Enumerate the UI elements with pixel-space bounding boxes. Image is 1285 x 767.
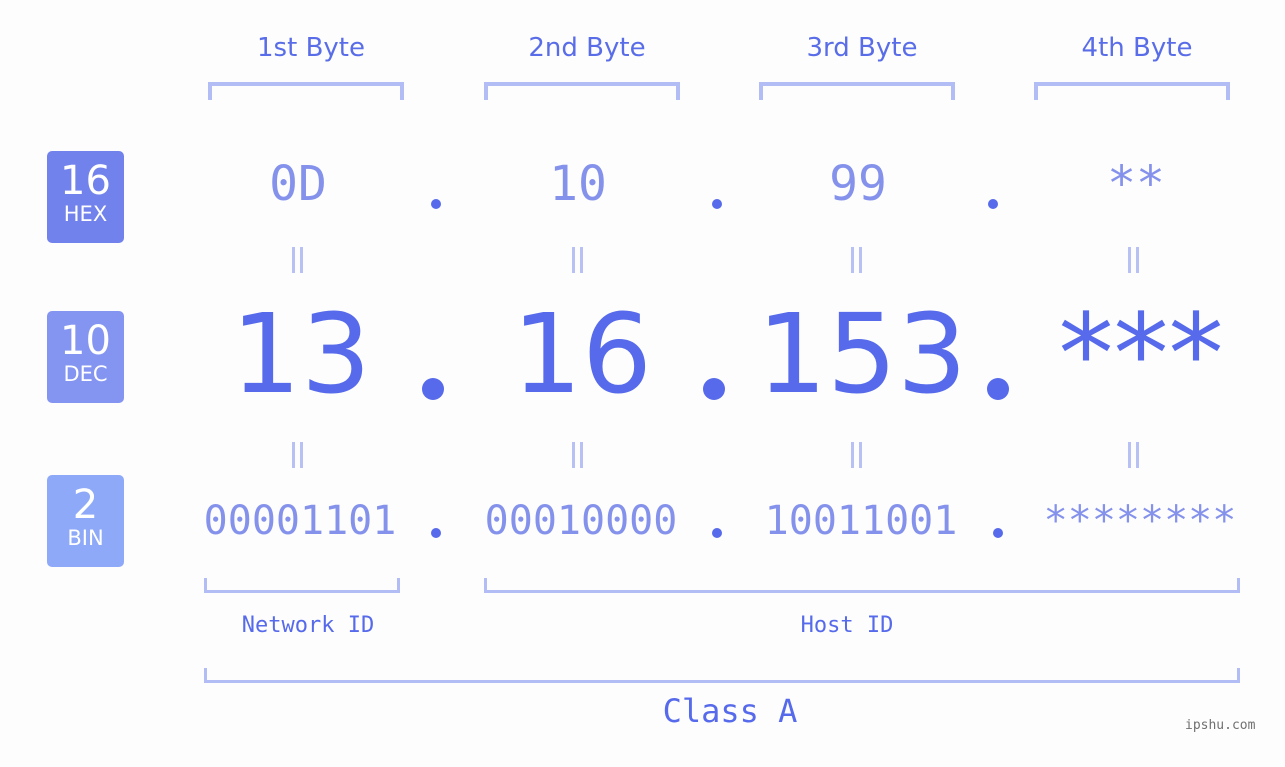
- dec-badge: 10 DEC: [47, 311, 124, 403]
- hex-dot-2: [712, 199, 722, 209]
- dec-badge-base: 10: [60, 318, 111, 364]
- hex-byte-3: 99: [829, 156, 887, 212]
- dec-byte-4: ***: [1058, 290, 1224, 418]
- hex-dot-3: [988, 199, 998, 209]
- hex-byte-4: **: [1107, 156, 1165, 212]
- host-id-label: Host ID: [800, 613, 894, 638]
- equals-icon: [849, 442, 865, 468]
- equals-icon: [570, 247, 586, 273]
- hex-byte-1: 0D: [269, 156, 327, 212]
- bin-dot-1: [431, 528, 441, 538]
- equals-icon: [849, 247, 865, 273]
- bin-byte-1: 00001101: [203, 498, 397, 544]
- byte-header-2: 2nd Byte: [528, 33, 646, 63]
- equals-icon: [570, 442, 586, 468]
- byte-header-4: 4th Byte: [1081, 33, 1193, 63]
- equals-icon: [290, 247, 306, 273]
- network-id-label: Network ID: [241, 613, 375, 638]
- byte-bracket-1: [208, 82, 404, 100]
- bin-byte-3: 10011001: [764, 498, 958, 544]
- dec-byte-3: 153: [757, 290, 967, 418]
- bin-badge-label: BIN: [67, 526, 104, 550]
- equals-icon: [1126, 247, 1142, 273]
- byte-bracket-2: [484, 82, 680, 100]
- class-bracket: [204, 668, 1240, 683]
- equals-icon: [290, 442, 306, 468]
- bin-badge-base: 2: [72, 482, 99, 528]
- dec-byte-2: 16: [512, 290, 652, 418]
- hex-byte-2: 10: [549, 156, 607, 212]
- watermark: ipshu.com: [1185, 718, 1256, 733]
- class-label: Class A: [662, 692, 798, 730]
- dec-dot-3: [987, 378, 1009, 400]
- dec-dot-2: [703, 378, 725, 400]
- dec-badge-label: DEC: [63, 362, 108, 386]
- bin-byte-4: ********: [1043, 498, 1237, 544]
- hex-badge: 16 HEX: [47, 151, 124, 243]
- byte-header-3: 3rd Byte: [806, 33, 918, 63]
- network-id-bracket: [204, 578, 400, 593]
- bin-dot-2: [712, 528, 722, 538]
- equals-icon: [1126, 442, 1142, 468]
- host-id-bracket: [484, 578, 1240, 593]
- bin-badge: 2 BIN: [47, 475, 124, 567]
- byte-bracket-3: [759, 82, 955, 100]
- hex-badge-base: 16: [60, 158, 111, 204]
- hex-badge-label: HEX: [63, 202, 108, 226]
- hex-dot-1: [431, 199, 441, 209]
- bin-byte-2: 00010000: [484, 498, 678, 544]
- dec-byte-1: 13: [231, 290, 371, 418]
- byte-header-1: 1st Byte: [257, 33, 365, 63]
- dec-dot-1: [422, 378, 444, 400]
- bin-dot-3: [993, 528, 1003, 538]
- byte-bracket-4: [1034, 82, 1230, 100]
